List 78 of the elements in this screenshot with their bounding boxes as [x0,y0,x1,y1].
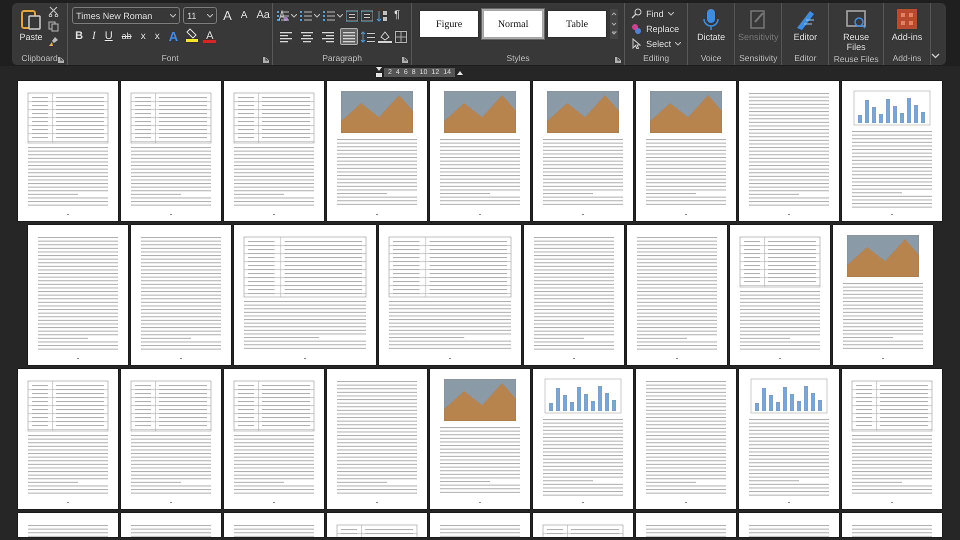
style-option[interactable]: Normal [482,9,544,39]
pen-icon [794,8,816,30]
cursor-icon [631,38,642,49]
bullets-button[interactable] [277,10,298,22]
select-button[interactable]: Select [629,36,684,51]
group-label: Add-ins [892,53,922,65]
align-center-icon [301,30,314,42]
change-case-button[interactable]: Aa [253,7,273,24]
document-search-button[interactable]: Reuse Files [837,6,876,54]
multilevel-list-button[interactable] [323,10,344,22]
group-label: Font [162,53,179,65]
caret-icon [668,12,674,16]
subscript-button[interactable]: x [138,28,149,45]
paste-button[interactable]: Paste [16,6,46,44]
replace-icon [631,23,642,34]
italic-button[interactable]: I [89,28,99,45]
highlighter-icon [186,28,198,42]
dialog-launcher-icon[interactable] [615,57,622,63]
shrink-font-button[interactable]: A [238,7,250,24]
bold-button[interactable]: B [72,28,86,45]
decrease-indent-icon[interactable] [346,10,358,22]
numbering-icon [300,10,312,22]
group-label: Styles [506,53,530,65]
underline-button[interactable]: U [102,28,116,45]
grow-font-button[interactable]: A [220,7,235,24]
caret-icon [314,14,320,18]
document-search-icon [845,8,868,30]
caret-icon [675,42,682,46]
microphone-button[interactable]: Dictate [692,6,730,44]
group-label: Editing [643,53,670,65]
superscript-button[interactable]: x [152,28,163,45]
paintbrush-icon[interactable] [48,36,59,47]
dialog-launcher-icon[interactable] [58,57,64,63]
indent-marker-icon [376,67,382,77]
bullets-icon [277,10,290,22]
dialog-launcher-icon[interactable] [263,57,270,63]
group-label: Clipboard [21,53,58,65]
highlight-button[interactable] [184,28,200,45]
replace-button[interactable]: Replace [629,21,682,36]
caret-icon [207,14,214,18]
collapse-ribbon-icon[interactable] [931,53,940,59]
copy-icon[interactable] [48,21,59,32]
increase-indent-icon[interactable] [361,10,374,22]
multilevel-list-icon [323,10,336,22]
pen-button[interactable]: Editor [786,6,824,44]
find-button[interactable]: Find [629,6,676,21]
strikethrough-button[interactable]: ab [118,28,135,45]
grid-icon [896,8,918,30]
right-indent-marker-icon [457,69,464,75]
align-right-icon [322,30,334,42]
group-label: Editor [794,53,816,65]
style-option[interactable]: Figure [418,9,480,39]
clipboard-icon [21,8,41,30]
align-left-icon [280,30,292,42]
search-icon [631,8,642,19]
scissors-icon[interactable] [48,6,59,17]
group-label: Paragraph [322,53,362,65]
group-label: Voice [700,53,722,65]
line-spacing-icon[interactable] [361,30,376,42]
gallery-scroll-icon [610,9,618,39]
group-label: Reuse Files [834,54,879,65]
style-option[interactable]: Table [546,9,608,39]
borders-icon[interactable] [395,30,408,42]
shading-icon[interactable] [378,30,392,43]
group-label: Sensitivity [739,53,778,65]
align-justify-icon [343,30,356,42]
caret-icon [170,14,176,18]
caret-icon [291,14,298,18]
dialog-launcher-icon[interactable] [402,57,408,63]
font-name-field[interactable]: Times New Roman [72,7,180,24]
numbering-button[interactable] [300,10,320,22]
show-formatting-marks-button[interactable]: ¶ [391,7,404,24]
font-size-field[interactable]: 11 [183,7,218,24]
caret-icon [337,14,344,18]
grid-button[interactable]: Add-ins [888,6,926,44]
font-color-button[interactable]: A [203,30,216,43]
sort-icon[interactable] [376,10,388,22]
align-justify-button[interactable] [340,28,358,45]
